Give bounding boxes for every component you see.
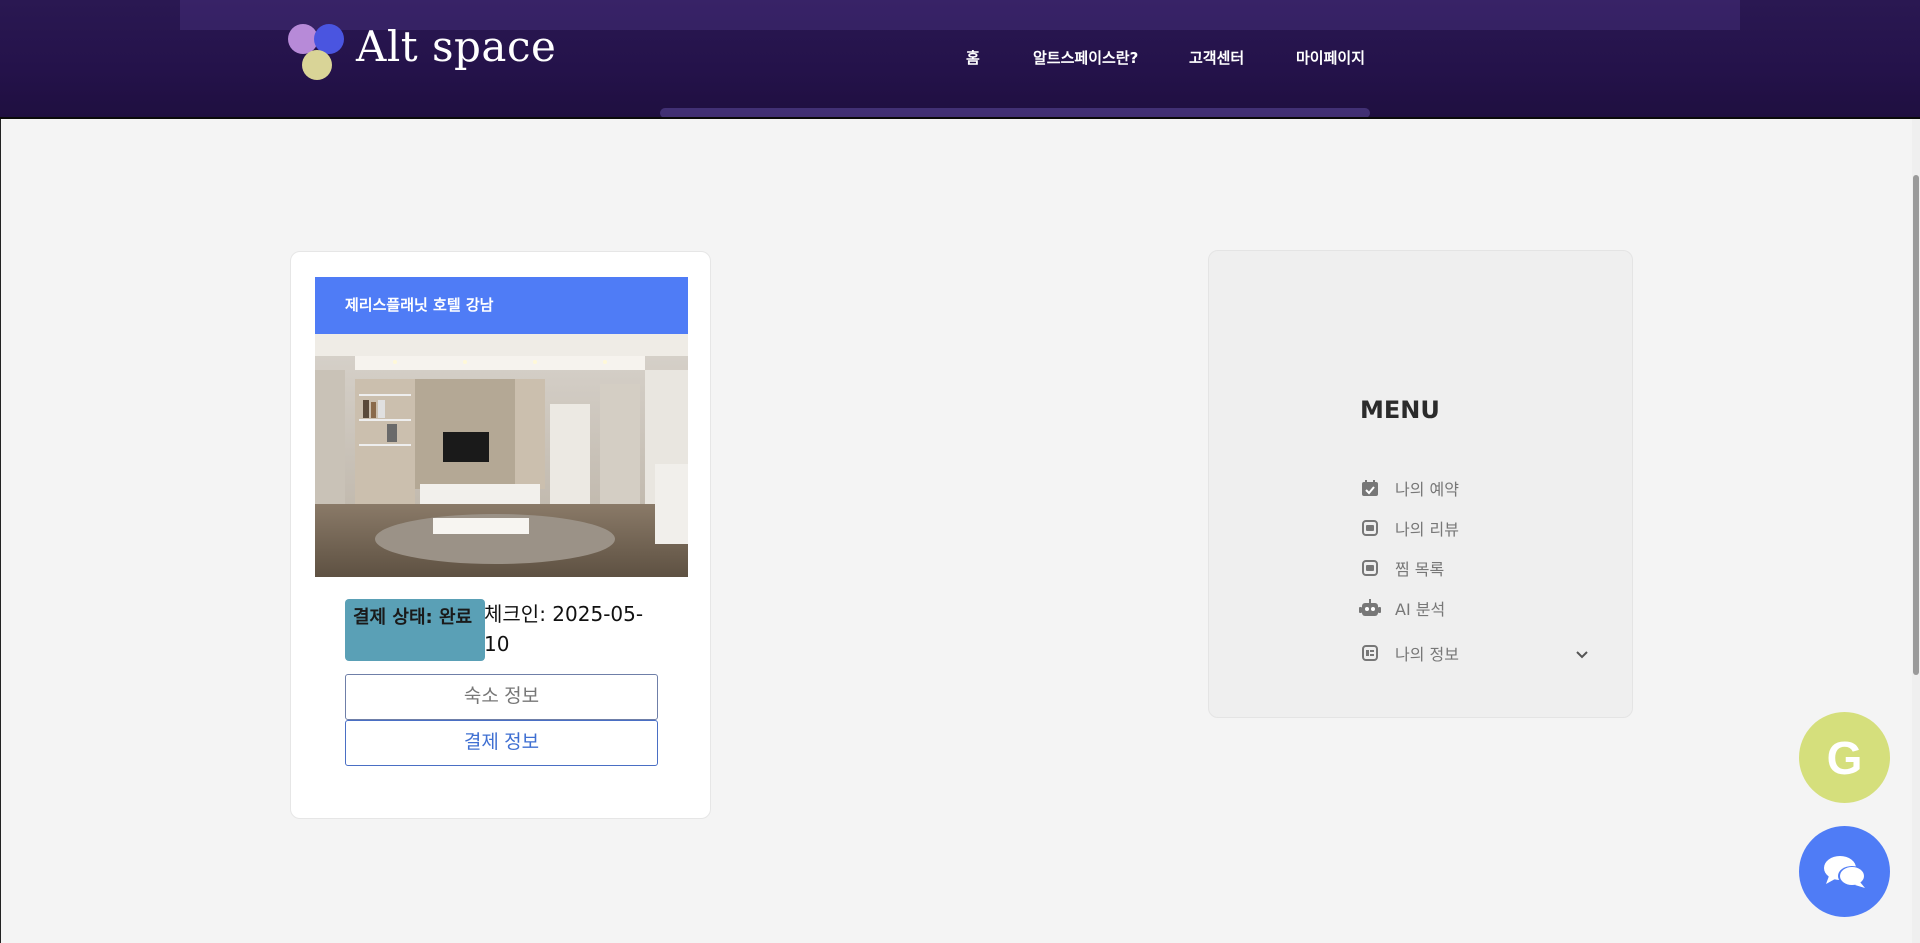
stay-info-button[interactable]: 숙소 정보 [345, 674, 658, 720]
g-button[interactable]: G [1799, 712, 1890, 803]
menu-item-my-reviews[interactable]: 나의 리뷰 [1359, 516, 1599, 540]
chat-bubbles-icon [1823, 855, 1866, 888]
menu-item-my-info[interactable]: 나의 정보 [1359, 641, 1599, 665]
site-header: Alt space 홈 알트스페이스란? 고객센터 마이페이지 [0, 0, 1920, 119]
main-nav: 홈 알트스페이스란? 고객센터 마이페이지 [0, 47, 1920, 71]
wishlist-icon [1359, 557, 1381, 579]
checkin-date: 체크인: 2025-05-10 [484, 602, 644, 656]
reservation-card: 제리스플래닛 호텔 강남 결제 상태: 완료 체크인: 2025-05-10 숙… [290, 251, 711, 819]
g-button-label: G [1826, 731, 1863, 784]
payment-status-badge: 결제 상태: 완료 [345, 599, 485, 661]
menu-item-label: 나의 예약 [1395, 480, 1459, 499]
menu-item-ai-analysis[interactable]: AI 분석 [1359, 596, 1599, 620]
menu-item-my-reservations[interactable]: 나의 예약 [1359, 476, 1599, 500]
menu-item-wishlist[interactable]: 찜 목록 [1359, 556, 1599, 580]
menu-item-label: 나의 리뷰 [1395, 520, 1459, 539]
mypage-menu: MENU 나의 예약 나의 리뷰 찜 목록 AI 분석 나의 정보 [1208, 250, 1633, 718]
hotel-room-photo [315, 334, 688, 577]
robot-icon [1359, 597, 1381, 619]
nav-about[interactable]: 알트스페이스란? [1033, 47, 1138, 68]
menu-heading: MENU [1360, 396, 1440, 424]
calendar-check-icon [1359, 477, 1381, 499]
menu-item-label: AI 분석 [1395, 600, 1446, 619]
menu-item-label: 찜 목록 [1395, 560, 1445, 579]
payment-info-button[interactable]: 결제 정보 [345, 720, 658, 766]
header-glow [660, 108, 1370, 117]
review-icon [1359, 517, 1381, 539]
nav-home[interactable]: 홈 [966, 47, 980, 68]
hotel-name: 제리스플래닛 호텔 강남 [315, 277, 688, 334]
nav-support[interactable]: 고객센터 [1189, 47, 1244, 68]
menu-item-label: 나의 정보 [1395, 645, 1459, 664]
chevron-down-icon[interactable] [1575, 645, 1589, 664]
chat-button[interactable] [1799, 826, 1890, 917]
scrollbar[interactable] [1912, 119, 1920, 943]
page-edge [0, 119, 1, 943]
nav-mypage[interactable]: 마이페이지 [1296, 47, 1365, 68]
id-card-icon [1359, 642, 1381, 664]
scrollbar-thumb[interactable] [1913, 175, 1919, 675]
